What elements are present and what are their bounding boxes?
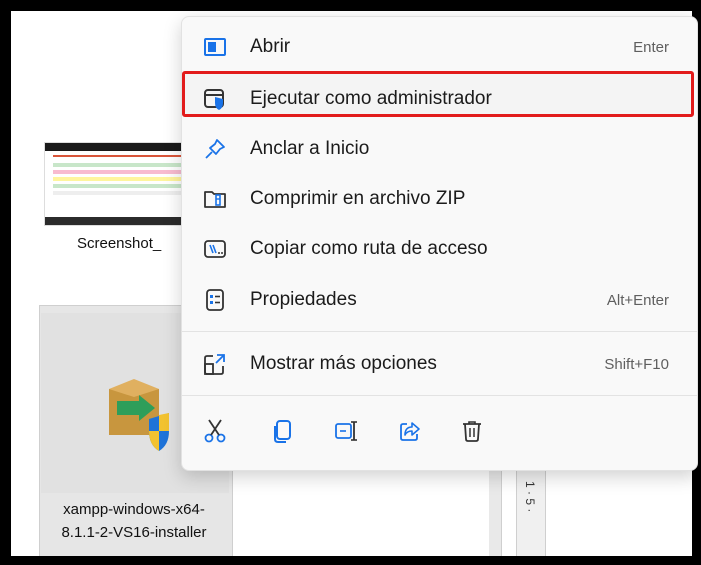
thumbnail-row (53, 170, 187, 174)
xampp-file-label[interactable]: xampp-windows-x64- 8.1.1-2-VS16-installe… (39, 498, 229, 544)
menu-item-label: Anclar a Inicio (250, 138, 370, 159)
menu-item-shortcut: Alt+Enter (606, 291, 669, 309)
zip-folder-icon (204, 188, 226, 210)
cut-icon (204, 419, 226, 443)
rename-icon (335, 421, 357, 441)
menu-item-run-as-admin[interactable]: Ejecutar como administrador (182, 76, 697, 122)
more-options-icon (204, 353, 226, 375)
installer-icon (109, 379, 169, 451)
menu-item-label: Comprimir en archivo ZIP (250, 188, 466, 209)
thumbnail-header (45, 143, 195, 151)
menu-item-pin-start[interactable]: Anclar a Inicio (182, 126, 697, 172)
menu-item-label: Ejecutar como administrador (250, 88, 492, 109)
menu-item-properties[interactable]: Propiedades Alt+Enter (182, 277, 697, 323)
menu-item-copy-path[interactable]: Copiar como ruta de acceso (182, 226, 697, 272)
share-button[interactable] (395, 416, 425, 446)
menu-separator (182, 331, 697, 332)
share-icon (400, 422, 420, 441)
thumbnail-row (53, 163, 187, 167)
open-app-icon (204, 36, 226, 58)
thumbnail-redline (53, 155, 187, 157)
menu-item-shortcut: Shift+F10 (604, 355, 669, 373)
thumbnail-row (53, 191, 187, 195)
ruler-text: 1 · 5 · (523, 481, 537, 513)
menu-item-compress-zip[interactable]: Comprimir en archivo ZIP (182, 176, 697, 222)
menu-item-shortcut: Enter (633, 38, 669, 56)
copy-icon (274, 420, 291, 443)
screenshot-file-label[interactable]: Screenshot_ (77, 235, 161, 252)
path-icon (204, 238, 226, 260)
xampp-label-line2: 8.1.1-2-VS16-installer (61, 524, 207, 541)
cut-button[interactable] (200, 416, 230, 446)
copy-button[interactable] (268, 416, 298, 446)
thumbnail-row (53, 177, 187, 181)
menu-item-label: Propiedades (250, 289, 357, 310)
rename-button[interactable] (332, 416, 362, 446)
context-menu: Abrir Enter Ejecutar como administrador … (181, 16, 698, 471)
thumbnail-row (53, 184, 187, 188)
thumbnail-footer (45, 217, 195, 225)
menu-item-label: Abrir (250, 36, 291, 57)
screenshot-thumbnail[interactable] (44, 142, 196, 226)
xampp-label-line1: xampp-windows-x64- (63, 501, 205, 518)
menu-item-open[interactable]: Abrir Enter (182, 24, 697, 70)
background-gutter (489, 466, 501, 556)
delete-button[interactable] (457, 416, 487, 446)
delete-icon (463, 421, 481, 442)
menu-item-label: Mostrar más opciones (250, 353, 437, 374)
pin-icon (204, 138, 226, 160)
menu-separator (182, 395, 697, 396)
menu-item-more-options[interactable]: Mostrar más opciones Shift+F10 (182, 341, 697, 387)
menu-item-label: Copiar como ruta de acceso (250, 238, 488, 259)
properties-icon (204, 289, 226, 311)
shield-window-icon (204, 88, 226, 110)
